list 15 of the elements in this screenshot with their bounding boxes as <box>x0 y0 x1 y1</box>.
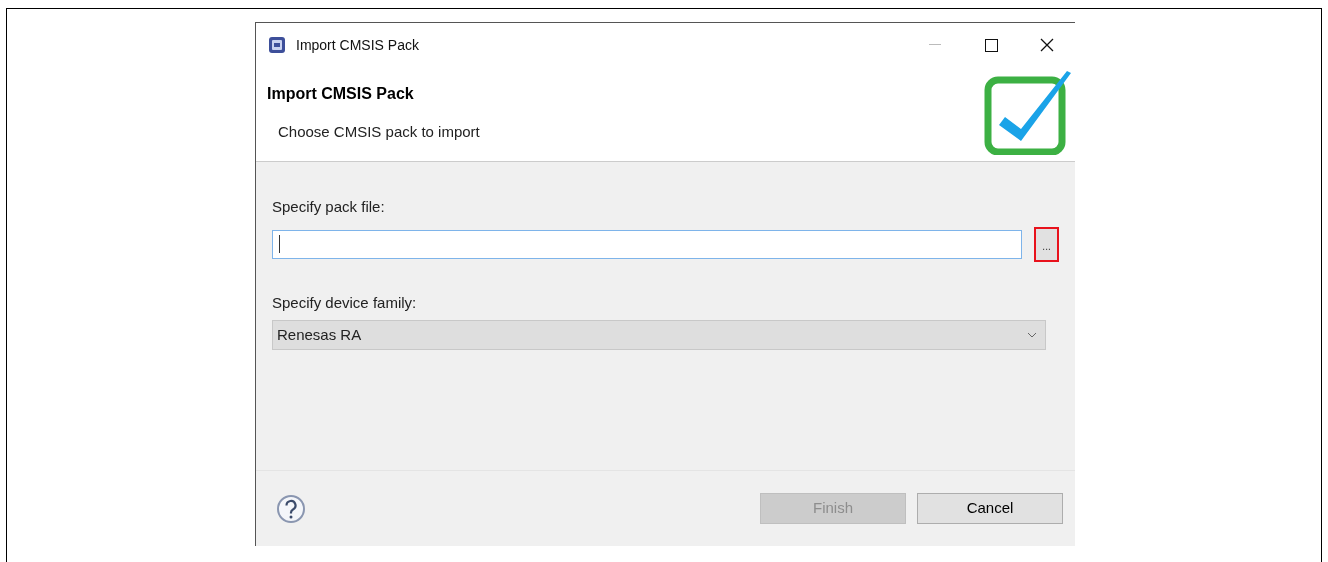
minimize-icon <box>929 44 941 46</box>
pack-file-field[interactable] <box>272 229 1023 259</box>
page-title: Import CMSIS Pack <box>267 84 414 104</box>
app-icon <box>268 36 286 54</box>
cancel-button[interactable]: Cancel <box>917 493 1063 524</box>
browse-button[interactable]: ... <box>1034 226 1059 262</box>
maximize-icon <box>984 38 998 52</box>
field-label: Specify device family: <box>272 292 418 313</box>
field-label: Specify pack file: <box>272 197 386 217</box>
window-title: Import CMSIS Pack <box>296 35 419 55</box>
page-subtitle: Choose CMSIS pack to import <box>278 122 480 142</box>
chevron-down-icon <box>1027 332 1037 338</box>
close-icon <box>1040 38 1054 52</box>
help-icon[interactable] <box>276 493 306 524</box>
device-family-dropdown[interactable]: Renesas RA <box>272 320 1046 350</box>
